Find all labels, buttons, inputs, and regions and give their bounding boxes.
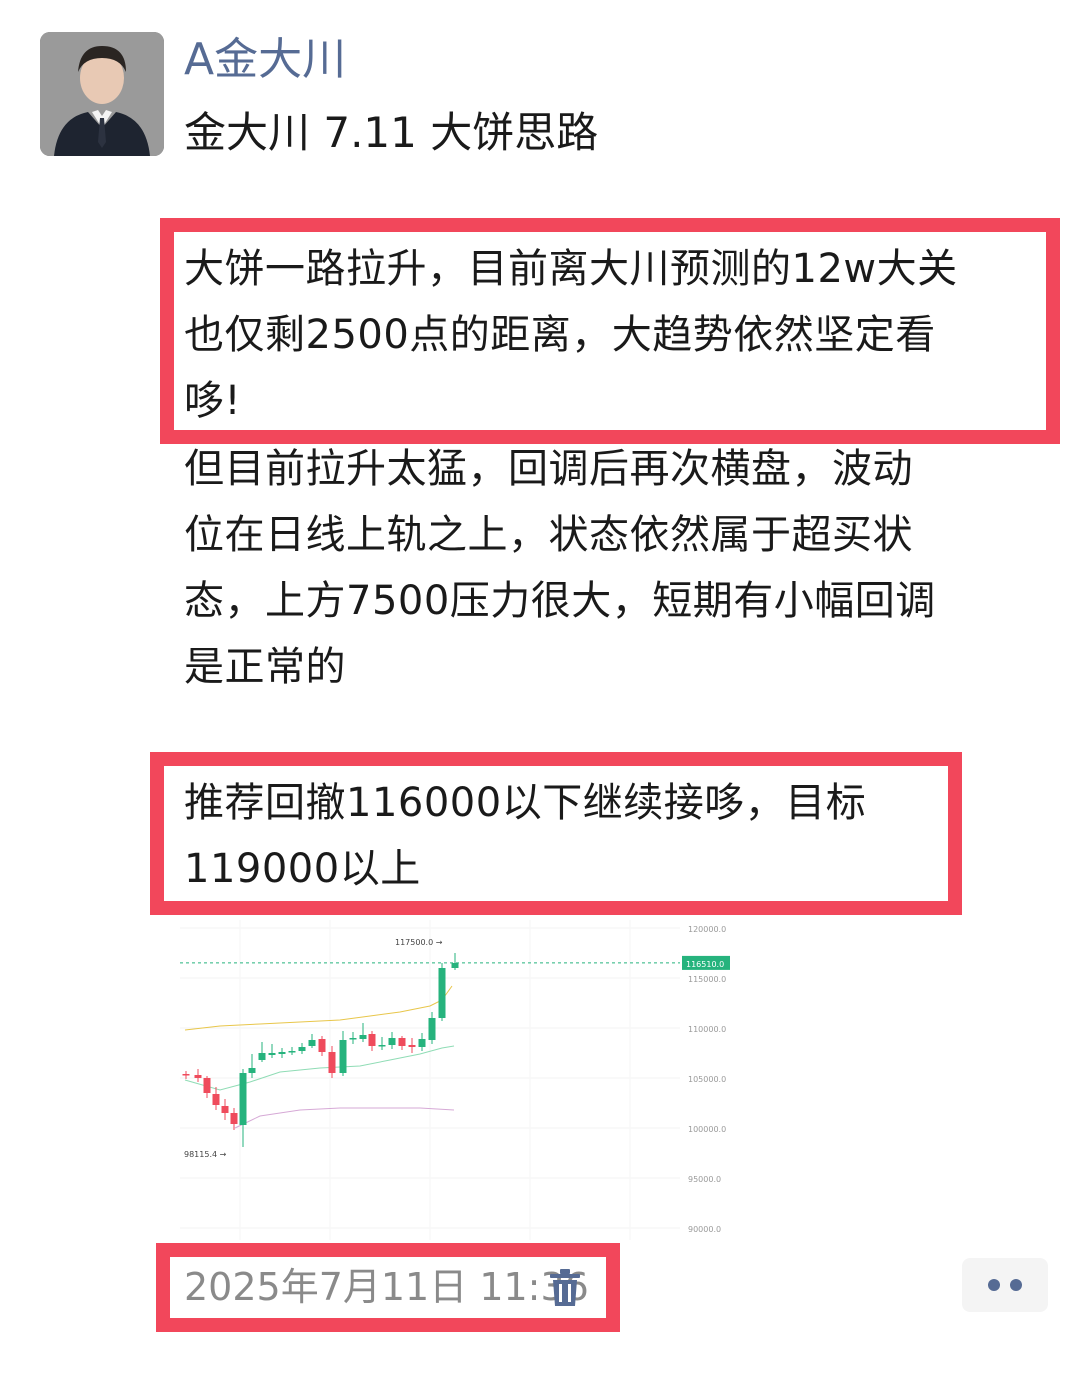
y-tick-label: 100000.0 <box>688 1125 726 1134</box>
text-line: 但目前拉升太猛，回调后再次横盘，波动 <box>184 446 913 492</box>
candle-body <box>239 1073 247 1125</box>
lower-band-line <box>234 1107 455 1129</box>
text-line: 大饼一路拉升，目前离大川预测的12w大关 <box>184 246 958 292</box>
trash-icon[interactable] <box>548 1268 582 1308</box>
candle-body <box>318 1039 326 1052</box>
chart-image[interactable]: 120000.0 115000.0 110000.0 105000.0 100000.0… <box>180 920 730 1240</box>
candle-body <box>182 1074 190 1076</box>
candle-body <box>203 1078 211 1093</box>
candle-body <box>418 1039 426 1047</box>
post-title: 金大川 7.11 大饼思路 <box>184 108 599 157</box>
candle-body <box>212 1094 220 1105</box>
post-timestamp: 2025年7月11日 11:36 <box>184 1265 589 1309</box>
paragraph-1: 大饼一路拉升，目前离大川预测的12w大关 也仅剩2500点的距离，大趋势依然坚定… <box>184 236 958 434</box>
candlestick-chart: 120000.0 115000.0 110000.0 105000.0 100000.0… <box>180 920 730 1240</box>
text-line: 态，上方7500压力很大，短期有小幅回调 <box>184 578 936 624</box>
text-line: 也仅剩2500点的距离，大趋势依然坚定看 <box>184 312 936 358</box>
more-options-button[interactable] <box>962 1258 1048 1312</box>
high-price-label: 117500.0 → <box>395 938 443 947</box>
y-tick-label: 110000.0 <box>688 1025 726 1034</box>
y-tick-label: 105000.0 <box>688 1075 726 1084</box>
paragraph-2: 但目前拉升太猛，回调后再次横盘，波动 位在日线上轨之上，状态依然属于超买状 态，… <box>184 436 936 700</box>
author-avatar[interactable] <box>40 32 164 156</box>
candle-body <box>408 1045 416 1047</box>
y-tick-label: 90000.0 <box>688 1225 721 1234</box>
y-tick-label: 120000.0 <box>688 925 726 934</box>
middle-band-line <box>184 1045 455 1091</box>
candle-body <box>438 968 446 1018</box>
candle-body <box>398 1038 406 1046</box>
text-line: 位在日线上轨之上，状态依然属于超买状 <box>184 512 913 558</box>
candle-body <box>268 1053 276 1055</box>
y-tick-label: 95000.0 <box>688 1175 721 1184</box>
candle-body <box>388 1038 396 1045</box>
candle-body <box>221 1106 229 1113</box>
candle-body <box>278 1052 286 1054</box>
more-dots-icon <box>988 1279 1000 1291</box>
candle-body <box>428 1018 436 1040</box>
candle-body <box>328 1052 336 1073</box>
y-tick-label: 115000.0 <box>688 975 726 984</box>
low-price-label: 98115.4 → <box>184 1150 227 1159</box>
upper-band-line <box>184 985 453 1031</box>
candle-body <box>248 1068 256 1073</box>
candle-body <box>308 1040 316 1046</box>
author-name[interactable]: A金大川 <box>184 32 346 88</box>
text-line: 推荐回撤116000以下继续接哆，目标 <box>184 780 867 826</box>
candle-body <box>349 1038 357 1040</box>
candle-body <box>194 1075 202 1078</box>
candle-body <box>298 1047 306 1051</box>
candle-body <box>339 1040 347 1073</box>
current-price-label: 116510.0 <box>686 960 724 969</box>
paragraph-3: 推荐回撤116000以下继续接哆，目标 119000以上 <box>184 770 866 902</box>
candle-body <box>451 963 459 968</box>
candle-body <box>230 1113 238 1124</box>
candle-body <box>378 1045 386 1047</box>
candle-body <box>359 1035 367 1039</box>
more-dots-icon <box>1010 1279 1022 1291</box>
text-line: 是正常的 <box>184 644 346 690</box>
text-line: 119000以上 <box>184 846 421 892</box>
candle-body <box>288 1051 296 1053</box>
candle-body <box>258 1053 266 1060</box>
candle-body <box>368 1034 376 1046</box>
text-line: 哆! <box>184 378 242 424</box>
